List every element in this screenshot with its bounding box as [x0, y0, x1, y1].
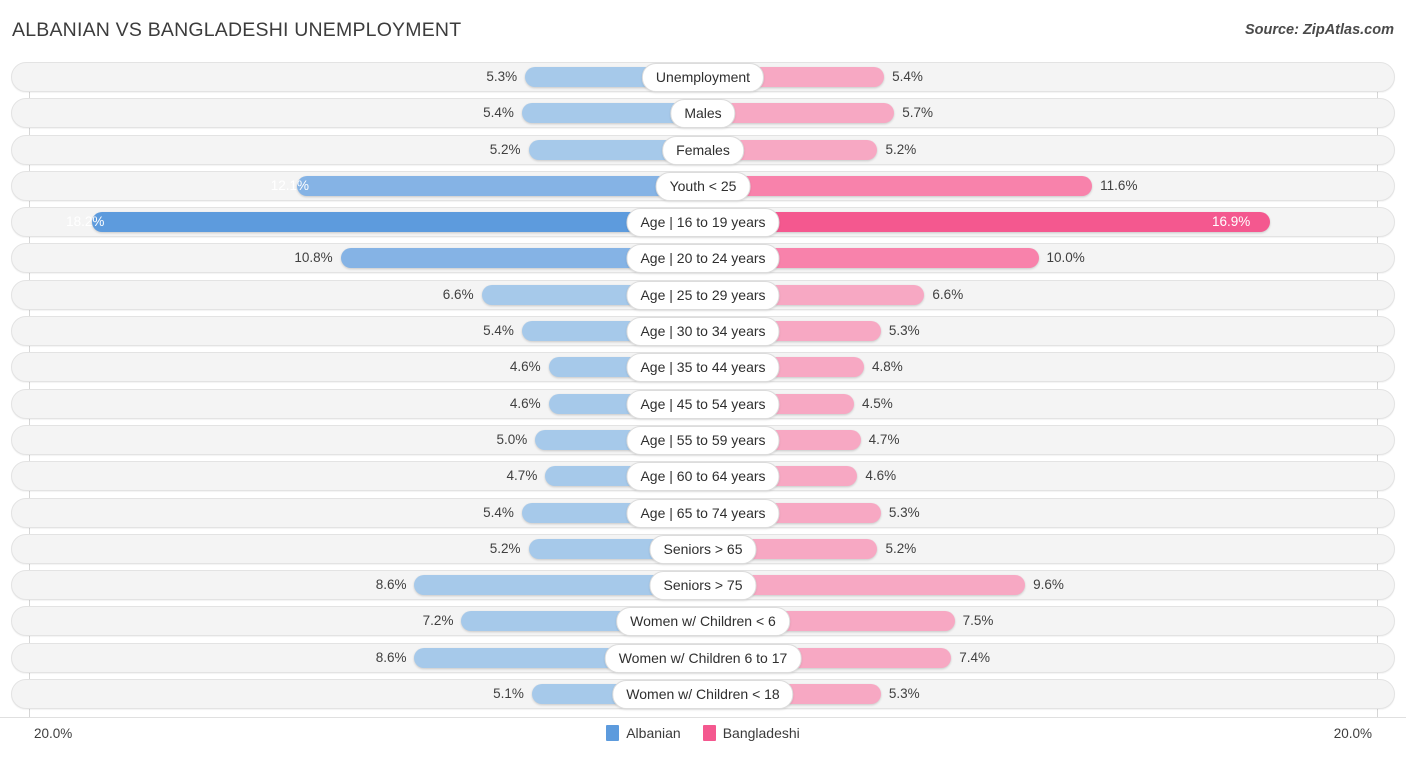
chart-row: 5.3% 5.4% Unemployment [0, 62, 1406, 92]
bar-value-bangladeshi: 5.2% [885, 141, 917, 157]
bar-value-albanian: 5.0% [496, 431, 528, 447]
bar-value-albanian: 18.2% [66, 214, 105, 230]
chart-row: 5.2% 5.2% Females [0, 134, 1406, 165]
bar-value-bangladeshi: 6.6% [932, 286, 964, 302]
bar-value-albanian: 8.6% [375, 649, 407, 665]
category-label[interactable]: Age | 65 to 74 years [626, 498, 780, 528]
bar-value-albanian: 5.2% [489, 540, 521, 556]
bar-value-bangladeshi: 9.6% [1033, 577, 1064, 593]
category-label[interactable]: Age | 45 to 54 years [626, 389, 780, 419]
chart-header: ALBANIAN VS BANGLADESHI UNEMPLOYMENT Sou… [0, 0, 1406, 62]
chart-row: 6.6% 6.6% Age | 25 to 29 years [0, 279, 1406, 310]
bar-value-bangladeshi: 7.5% [962, 613, 994, 629]
bar-value-bangladeshi: 16.9% [1211, 214, 1251, 230]
category-label[interactable]: Age | 16 to 19 years [626, 208, 780, 238]
legend-swatch-icon [702, 725, 716, 741]
category-label[interactable]: Women w/ Children 6 to 17 [604, 643, 802, 673]
chart-footer: 20.0% 20.0% Albanian Bangladeshi [0, 717, 1406, 758]
chart-row: 4.7% 4.6% Age | 60 to 64 years [0, 461, 1406, 492]
chart-row: 12.1% 11.6% Youth < 25 [0, 170, 1406, 201]
legend-label: Bangladeshi [722, 725, 800, 741]
bar-value-bangladeshi: 10.0% [1046, 250, 1085, 266]
chart-row: 5.0% 4.7% Age | 55 to 59 years [0, 424, 1406, 455]
category-label[interactable]: Age | 35 to 44 years [626, 353, 780, 383]
page-title: ALBANIAN VS BANGLADESHI UNEMPLOYMENT [12, 19, 462, 41]
chart-row: 4.6% 4.5% Age | 45 to 54 years [0, 388, 1406, 419]
bar-bangladeshi [703, 175, 1093, 196]
bar-value-albanian: 8.6% [375, 577, 407, 593]
category-label[interactable]: Women w/ Children < 6 [616, 607, 790, 637]
bar-value-albanian: 5.1% [493, 686, 524, 702]
category-label[interactable]: Age | 25 to 29 years [626, 280, 780, 310]
chart-row: 5.4% 5.7% Males [0, 98, 1406, 129]
bar-value-bangladeshi: 4.5% [861, 395, 893, 411]
chart-row: 18.2% 16.9% Age | 16 to 19 years [0, 207, 1406, 238]
chart-row: 5.4% 5.3% Age | 65 to 74 years [0, 497, 1406, 528]
chart-row: 5.4% 5.3% Age | 30 to 34 years [0, 316, 1406, 347]
bar-value-bangladeshi: 4.6% [865, 468, 897, 484]
legend-label: Albanian [626, 725, 681, 741]
bar-albanian [92, 212, 703, 233]
bar-value-bangladeshi: 7.4% [959, 649, 991, 665]
chart-row: 5.2% 5.2% Seniors > 65 [0, 533, 1406, 564]
bar-value-bangladeshi: 5.3% [888, 504, 920, 520]
bar-value-bangladeshi: 5.4% [892, 69, 923, 84]
bar-value-bangladeshi: 4.7% [868, 431, 900, 447]
category-label[interactable]: Unemployment [641, 63, 765, 92]
bar-value-bangladeshi: 11.6% [1100, 177, 1138, 193]
bar-value-bangladeshi: 5.2% [885, 540, 917, 556]
bar-value-albanian: 4.6% [509, 395, 541, 411]
category-label[interactable]: Age | 20 to 24 years [626, 244, 780, 274]
category-label[interactable]: Youth < 25 [655, 171, 751, 201]
bar-value-albanian: 7.2% [422, 613, 454, 629]
chart-row: 7.2% 7.5% Women w/ Children < 6 [0, 606, 1406, 637]
bar-value-bangladeshi: 5.3% [888, 686, 920, 702]
category-label[interactable]: Age | 30 to 34 years [626, 317, 780, 347]
bar-value-albanian: 10.8% [294, 250, 333, 266]
bar-value-albanian: 5.4% [483, 105, 514, 121]
bar-value-albanian: 5.4% [483, 504, 514, 520]
category-label[interactable]: Females [662, 135, 744, 165]
chart-row: 8.6% 9.6% Seniors > 75 [0, 570, 1406, 601]
category-label[interactable]: Women w/ Children < 18 [612, 680, 794, 710]
legend-item[interactable]: Albanian [606, 725, 681, 741]
bar-value-bangladeshi: 5.7% [902, 105, 934, 121]
chart-row: 8.6% 7.4% Women w/ Children 6 to 17 [0, 642, 1406, 673]
legend-swatch-icon [606, 725, 620, 741]
chart-plot-area: 5.3% 5.4% Unemployment 5.4% 5.7% Males 5.2% 5.2… [0, 62, 1406, 717]
category-label[interactable]: Age | 55 to 59 years [626, 425, 780, 455]
bar-value-bangladeshi: 5.3% [888, 323, 920, 339]
category-label[interactable]: Seniors > 75 [649, 571, 757, 601]
chart-row: 10.8% 10.0% Age | 20 to 24 years [0, 243, 1406, 274]
bar-value-albanian: 5.2% [489, 141, 521, 157]
category-label[interactable]: Males [670, 99, 736, 129]
bar-value-albanian: 5.3% [486, 69, 518, 84]
bar-albanian [297, 175, 703, 196]
bar-value-albanian: 6.6% [442, 286, 474, 302]
legend-item[interactable]: Bangladeshi [702, 725, 800, 741]
chart-row: 5.1% 5.3% Women w/ Children < 18 [0, 679, 1406, 710]
source-attribution: Source: ZipAtlas.com [1244, 22, 1394, 38]
bar-value-albanian: 5.4% [483, 323, 514, 339]
bar-value-bangladeshi: 4.8% [872, 359, 903, 375]
category-label[interactable]: Age | 60 to 64 years [626, 462, 780, 492]
bar-value-albanian: 12.1% [270, 177, 310, 193]
chart-legend: Albanian Bangladeshi [0, 725, 1406, 741]
chart-row: 4.6% 4.8% Age | 35 to 44 years [0, 352, 1406, 383]
bar-value-albanian: 4.7% [506, 468, 538, 484]
bar-value-albanian: 4.6% [509, 359, 541, 375]
bar-bangladeshi [703, 212, 1270, 233]
category-label[interactable]: Seniors > 65 [649, 534, 757, 564]
chart-rows: 5.3% 5.4% Unemployment 5.4% 5.7% Males 5.2% 5.2… [0, 62, 1406, 715]
